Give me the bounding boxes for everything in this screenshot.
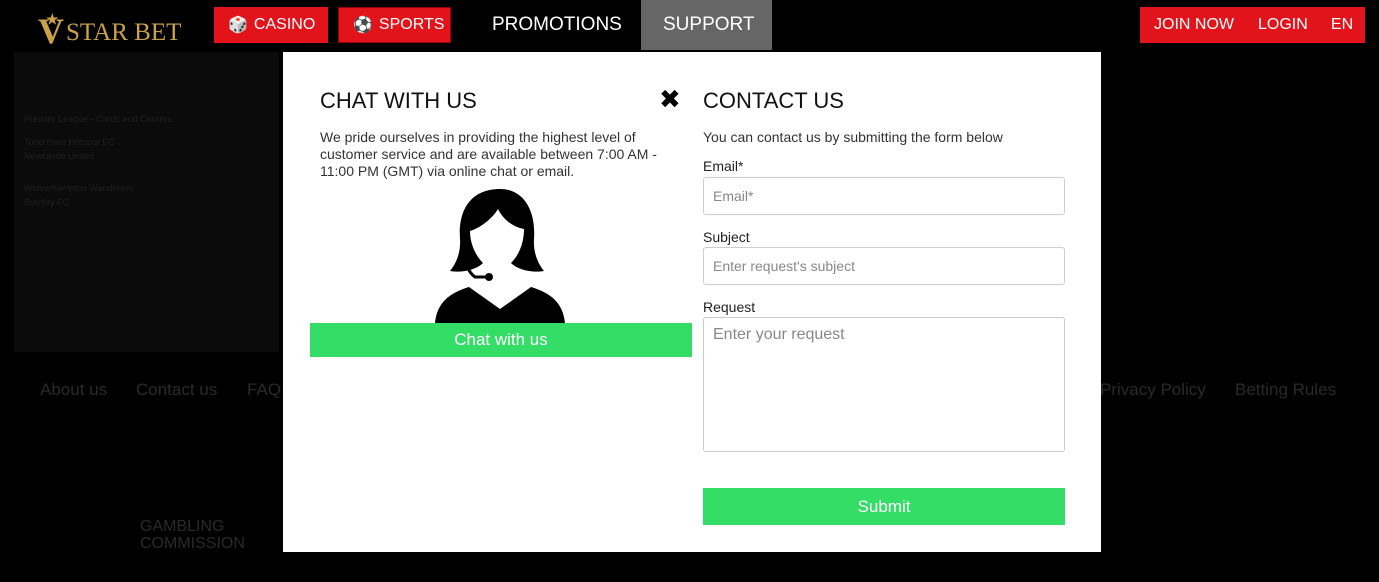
footer-link[interactable]: About us	[40, 380, 107, 400]
submit-button[interactable]: Submit	[703, 488, 1065, 525]
logo[interactable]: VSTAR BET	[38, 2, 181, 50]
footer-link[interactable]: Privacy Policy	[1100, 380, 1206, 400]
logo-mark: V	[38, 2, 64, 50]
casino-label: CASINO	[253, 16, 316, 33]
background-sports-panel: Premier League - Cards and Corners Totte…	[14, 52, 279, 352]
nav-support[interactable]: SUPPORT	[641, 0, 772, 50]
chat-text: We pride ourselves in providing the high…	[320, 129, 657, 179]
footer-link[interactable]: FAQ	[247, 380, 281, 400]
language-button[interactable]: EN	[1319, 7, 1365, 43]
footer-link[interactable]: Contact us	[136, 380, 217, 400]
login-button[interactable]: LOGIN	[1244, 7, 1322, 43]
email-input[interactable]	[703, 177, 1065, 215]
header: VSTAR BET 🎲 CASINO ⚽ SPORTS PROMOTIONS SUP…	[0, 0, 1379, 50]
subject-input[interactable]	[703, 247, 1065, 285]
join-now-button[interactable]: JOIN NOW	[1140, 7, 1248, 43]
chat-with-us-button[interactable]: Chat with us	[310, 323, 692, 357]
dice-icon: 🎲	[228, 17, 248, 34]
footer-link[interactable]: Betting Rules	[1235, 380, 1336, 400]
chat-title: CHAT WITH US	[320, 88, 477, 113]
match-team: Tottenham Hotspur FC	[24, 137, 115, 147]
subject-label: Subject	[703, 229, 750, 245]
match-team: Newcastle United	[24, 151, 95, 161]
match-team: Wolverhampton Wanderers	[24, 183, 134, 193]
sports-label: SPORTS	[378, 16, 445, 33]
contact-title: CONTACT US	[703, 88, 844, 113]
league-title: Premier League - Cards and Corners	[24, 114, 173, 124]
close-icon[interactable]: ✖	[659, 84, 681, 115]
runner-icon: ⚽	[353, 17, 373, 34]
request-label: Request	[703, 299, 756, 315]
gambling-commission-logo: GAMBLING COMMISSION	[140, 518, 245, 552]
match-team: Burnley FC	[24, 197, 70, 207]
casino-button[interactable]: 🎲 CASINO	[214, 7, 328, 43]
logo-text: STAR BET	[66, 19, 182, 46]
support-agent-icon	[435, 189, 565, 323]
nav-promotions[interactable]: PROMOTIONS	[470, 0, 644, 50]
contact-intro: You can contact us by submitting the for…	[703, 129, 1003, 145]
email-label: Email*	[703, 158, 744, 174]
sports-button[interactable]: ⚽ SPORTS	[338, 7, 451, 43]
request-textarea[interactable]	[703, 317, 1065, 452]
support-modal: CHAT WITH US ✖ We pride ourselves in pro…	[283, 52, 1101, 552]
